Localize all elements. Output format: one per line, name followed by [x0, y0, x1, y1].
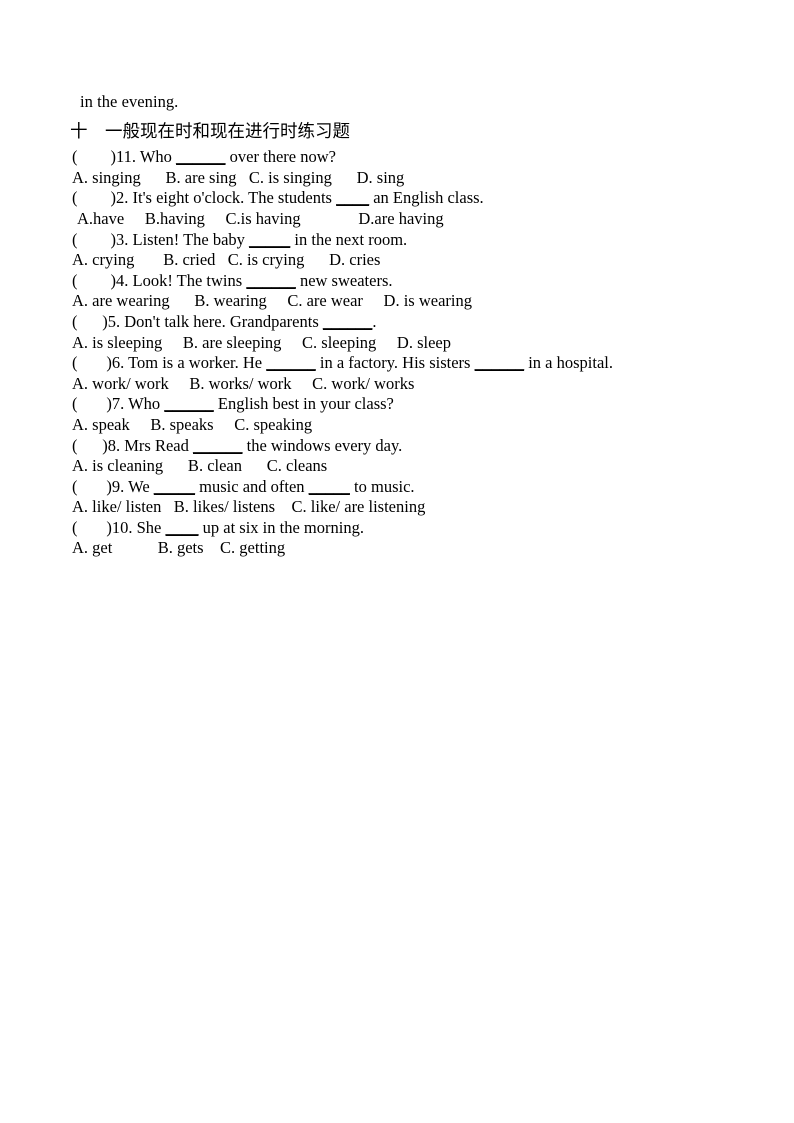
fill-in-blank[interactable]: _____ — [309, 477, 350, 496]
fill-in-blank[interactable]: ______ — [176, 147, 226, 166]
fill-in-blank[interactable]: ____ — [336, 188, 369, 207]
question-text: music and often — [195, 476, 309, 496]
fill-in-blank[interactable]: ______ — [323, 312, 373, 331]
answer-bracket[interactable]: ( ) — [72, 271, 116, 290]
question-stem-line: ( )10. She ____ up at six in the morning… — [72, 518, 722, 539]
question-text: the windows every day. — [242, 435, 403, 455]
question-text: in the next room. — [290, 229, 408, 249]
question-stem-line: ( )11. Who ______ over there now? — [72, 147, 722, 168]
question-options-line[interactable]: A.have B.having C.is having D.are having — [72, 209, 722, 230]
question-text: It's eight o'clock. The students — [128, 188, 337, 208]
question-stem-line: ( )7. Who ______ English best in your cl… — [72, 394, 722, 415]
question-options-line[interactable]: A. is sleeping B. are sleeping C. sleepi… — [72, 333, 722, 354]
question-stem-line: ( )3. Listen! The baby _____ in the next… — [72, 230, 722, 251]
fill-in-blank[interactable]: ______ — [193, 436, 243, 455]
fill-in-blank[interactable]: _____ — [249, 230, 290, 249]
question-number: 5. — [107, 311, 121, 331]
question-text: Don't talk here. Grandparents — [120, 311, 323, 331]
question-number: 7. — [111, 394, 125, 414]
question-text: to music. — [349, 476, 415, 496]
question-list: ( )11. Who ______ over there now? A. sing… — [72, 147, 722, 559]
question-text: Look! The twins — [128, 270, 247, 290]
fill-in-blank[interactable]: ______ — [475, 353, 525, 372]
answer-bracket[interactable]: ( ) — [72, 518, 112, 537]
fill-in-blank[interactable]: _____ — [154, 477, 195, 496]
carryover-text-line: in the evening. — [80, 92, 179, 111]
question-number: 9. — [111, 476, 125, 496]
question-number: 10. — [111, 517, 133, 537]
question-options-line[interactable]: A. speak B. speaks C. speaking — [72, 415, 722, 436]
fill-in-blank[interactable]: ______ — [164, 394, 214, 413]
question-text: Who — [124, 394, 165, 414]
question-options-line[interactable]: A. are wearing B. wearing C. are wear D.… — [72, 291, 722, 312]
question-options-line[interactable]: A. singing B. are sing C. is singing D. … — [72, 168, 722, 189]
question-options-line[interactable]: A. crying B. cried C. is crying D. cries — [72, 250, 722, 271]
question-text: in a hospital. — [524, 353, 613, 373]
answer-bracket[interactable]: ( ) — [72, 147, 116, 166]
question-text: Mrs Read — [120, 435, 193, 455]
question-number: 8. — [107, 435, 121, 455]
answer-bracket[interactable]: ( ) — [72, 230, 116, 249]
section-heading: 十 一般现在时和现在进行时练习题 — [70, 120, 350, 141]
question-options-line[interactable]: A. like/ listen B. likes/ listens C. lik… — [72, 497, 722, 518]
question-stem-line: ( )8. Mrs Read ______ the windows every … — [72, 436, 722, 457]
question-options-line[interactable]: A. get B. gets C. getting — [72, 538, 722, 559]
fill-in-blank[interactable]: ______ — [266, 353, 316, 372]
question-number: 3. — [116, 229, 129, 249]
fill-in-blank[interactable]: ____ — [166, 518, 199, 537]
question-text: in a factory. His sisters — [315, 353, 475, 373]
question-stem-line: ( )5. Don't talk here. Grandparents ____… — [72, 312, 722, 333]
question-item: ( )3. Listen! The baby _____ in the next… — [72, 230, 722, 271]
question-text: an English class. — [369, 188, 484, 208]
document-content: in the evening. 十 一般现在时和现在进行时练习题 ( )11. … — [70, 92, 722, 559]
answer-bracket[interactable]: ( ) — [72, 312, 108, 331]
question-item: ( )4. Look! The twins ______ new sweater… — [72, 271, 722, 312]
document-page: in the evening. 十 一般现在时和现在进行时练习题 ( )11. … — [0, 0, 794, 1123]
question-text: She — [132, 517, 166, 537]
question-text: Listen! The baby — [128, 229, 250, 249]
question-item: ( )5. Don't talk here. Grandparents ____… — [72, 312, 722, 353]
question-item: ( )7. Who ______ English best in your cl… — [72, 394, 722, 435]
fill-in-blank[interactable]: ______ — [246, 271, 296, 290]
question-stem-line: ( )4. Look! The twins ______ new sweater… — [72, 271, 722, 292]
question-text: Who — [136, 147, 177, 167]
answer-bracket[interactable]: ( ) — [72, 188, 116, 207]
question-item: ( )11. Who ______ over there now? A. sing… — [72, 147, 722, 188]
question-text: . — [372, 311, 377, 331]
question-text: English best in your class? — [213, 394, 394, 414]
question-options-line[interactable]: A. work/ work B. works/ work C. work/ wo… — [72, 374, 722, 395]
question-item: ( )2. It's eight o'clock. The students _… — [72, 188, 722, 229]
question-item: ( )9. We _____ music and often _____ to … — [72, 477, 722, 518]
question-number: 11. — [116, 147, 137, 167]
answer-bracket[interactable]: ( ) — [72, 436, 108, 455]
question-text: up at six in the morning. — [198, 517, 364, 537]
question-stem-line: ( )9. We _____ music and often _____ to … — [72, 477, 722, 498]
question-text: Tom is a worker. He — [124, 353, 267, 373]
question-options-line[interactable]: A. is cleaning B. clean C. cleans — [72, 456, 722, 477]
question-number: 6. — [111, 353, 125, 373]
question-number: 4. — [116, 270, 129, 290]
question-stem-line: ( )2. It's eight o'clock. The students _… — [72, 188, 722, 209]
question-text: over there now? — [225, 147, 336, 167]
answer-bracket[interactable]: ( ) — [72, 394, 112, 413]
question-text: new sweaters. — [295, 270, 393, 290]
question-item: ( )6. Tom is a worker. He ______ in a fa… — [72, 353, 722, 394]
question-number: 2. — [116, 188, 129, 208]
question-item: ( )10. She ____ up at six in the morning… — [72, 518, 722, 559]
question-stem-line: ( )6. Tom is a worker. He ______ in a fa… — [72, 353, 722, 374]
question-item: ( )8. Mrs Read ______ the windows every … — [72, 436, 722, 477]
answer-bracket[interactable]: ( ) — [72, 353, 112, 372]
question-text: We — [124, 476, 154, 496]
answer-bracket[interactable]: ( ) — [72, 477, 112, 496]
